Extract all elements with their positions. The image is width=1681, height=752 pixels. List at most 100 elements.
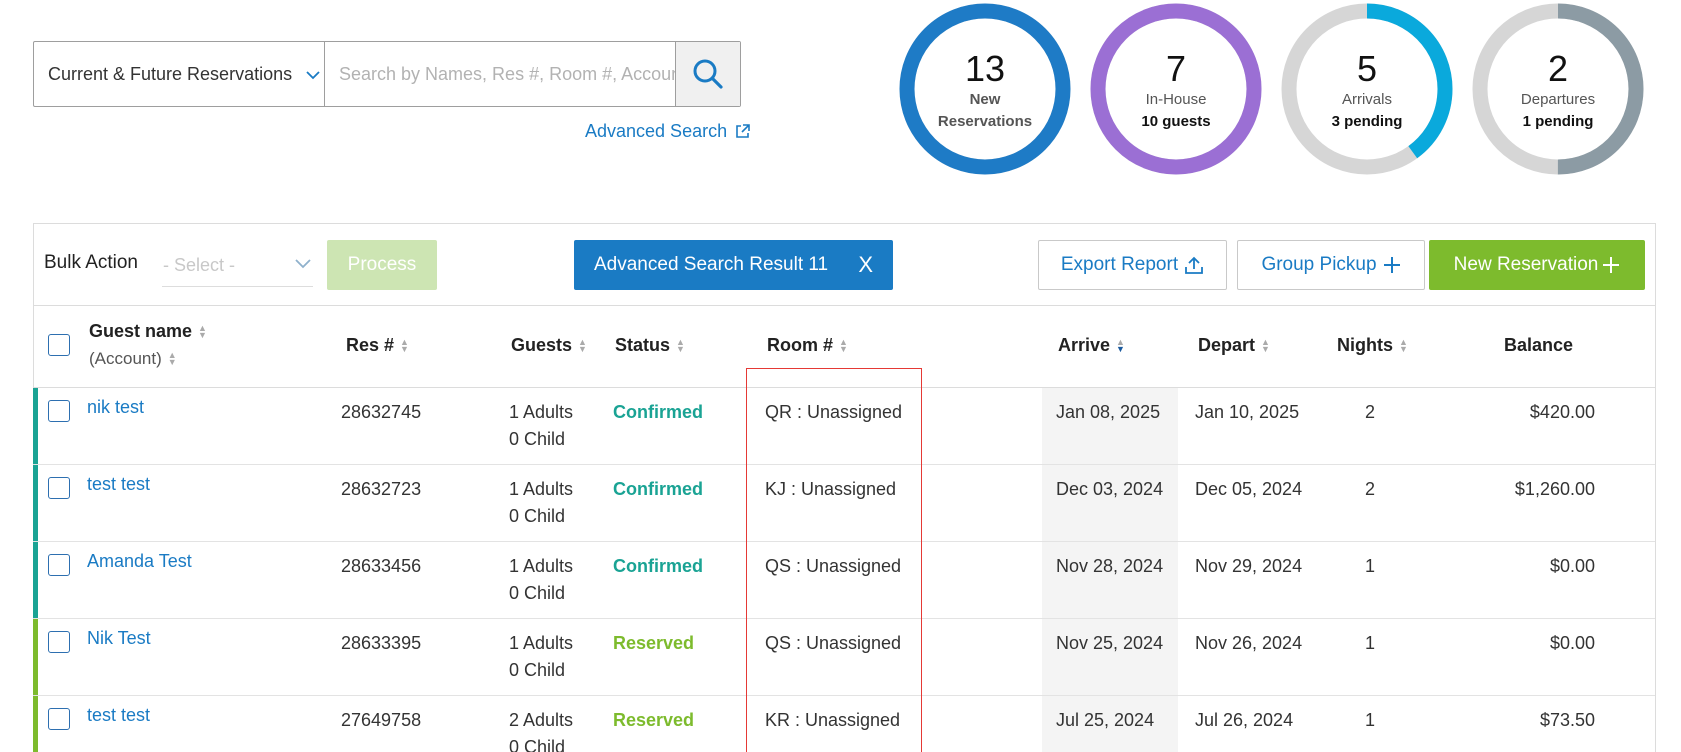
- col-room[interactable]: Room # ▲ ▼: [767, 335, 848, 356]
- external-link-icon: [736, 124, 750, 138]
- sort-icon: ▲ ▼: [578, 336, 587, 354]
- close-icon[interactable]: X: [858, 252, 873, 278]
- res-number: 28633395: [341, 633, 422, 653]
- search-bar: Current & Future Reservations: [33, 41, 741, 107]
- res-number: 28632745: [341, 402, 422, 422]
- guest-name-link[interactable]: Nik Test: [87, 625, 151, 652]
- status-bar: [33, 388, 38, 464]
- balance: $0.00: [1549, 633, 1595, 653]
- arrive-date: Nov 28, 2024: [1056, 556, 1164, 576]
- sort-icon: ▲ ▼: [676, 336, 685, 354]
- guests-adults: 2 Adults: [509, 710, 574, 730]
- guest-name-link[interactable]: test test: [87, 471, 150, 498]
- export-report-label: Export Report: [1060, 254, 1179, 275]
- status-bar: [33, 619, 38, 695]
- search-input[interactable]: [325, 42, 675, 106]
- balance: $0.00: [1549, 556, 1595, 576]
- room-number: QS : Unassigned: [765, 633, 902, 653]
- toolbar: Bulk Action - Select - Process Advanced …: [34, 224, 1655, 306]
- bulk-action-select[interactable]: - Select -: [162, 245, 313, 287]
- new-reservation-label: New Reservation: [1453, 254, 1599, 275]
- col-guests[interactable]: Guests ▲ ▼: [511, 335, 587, 356]
- row-checkbox[interactable]: [48, 708, 70, 730]
- scope-dropdown[interactable]: Current & Future Reservations: [34, 42, 325, 106]
- advanced-search-result-chip[interactable]: Advanced Search Result 11 X: [574, 240, 893, 290]
- balance: $73.50: [1539, 710, 1595, 730]
- status-text: Confirmed: [613, 556, 703, 576]
- col-status-label: Status: [615, 335, 671, 355]
- status-text: Reserved: [613, 710, 695, 730]
- export-report-button[interactable]: Export Report: [1038, 240, 1227, 290]
- table-row: Nik Test 28633395 1 Adults 0 Child Reser…: [33, 619, 1655, 696]
- balance: $420.00: [1529, 402, 1595, 422]
- res-number: 27649758: [341, 710, 422, 730]
- stat-label: New: [969, 91, 1001, 108]
- group-pickup-button[interactable]: Group Pickup: [1237, 240, 1425, 290]
- res-number: 28632723: [341, 479, 422, 499]
- bulk-action-label: Bulk Action: [44, 252, 138, 273]
- col-arrive[interactable]: Arrive ▲ ▼: [1058, 335, 1125, 356]
- col-guest-name[interactable]: Guest name ▲ ▼: [89, 321, 207, 342]
- guests-adults: 1 Adults: [509, 402, 574, 422]
- table-row: test test 28632723 1 Adults 0 Child Conf…: [33, 465, 1655, 542]
- col-arrive-label: Arrive: [1058, 335, 1111, 355]
- col-status[interactable]: Status ▲ ▼: [615, 335, 685, 356]
- room-number: QS : Unassigned: [765, 556, 902, 576]
- stat-sub: 10 guests: [1141, 113, 1211, 130]
- nights: 1: [1365, 556, 1376, 576]
- table-row: test test 27649758 2 Adults 0 Child Rese…: [33, 696, 1655, 752]
- plus-icon: [1603, 257, 1620, 273]
- guests-adults: 1 Adults: [509, 556, 574, 576]
- stat-number: 7: [1165, 48, 1187, 89]
- col-res-label: Res #: [346, 335, 395, 355]
- advanced-search-link[interactable]: Advanced Search: [585, 121, 750, 142]
- search-icon: [693, 59, 723, 89]
- sort-icon: ▲ ▼: [1261, 336, 1270, 354]
- advanced-search-result-label: Advanced Search Result 11: [594, 254, 829, 275]
- status-text: Reserved: [613, 633, 695, 653]
- stat-number: 2: [1547, 48, 1569, 89]
- col-res[interactable]: Res # ▲ ▼: [346, 335, 409, 356]
- depart-date: Dec 05, 2024: [1195, 479, 1303, 499]
- depart-date: Nov 26, 2024: [1195, 633, 1303, 653]
- guest-name-link[interactable]: test test: [87, 702, 150, 729]
- sort-icon: ▲ ▼: [167, 350, 177, 367]
- stat-in-house[interactable]: 7 In-House 10 guests: [1089, 2, 1263, 176]
- table-header: Guest name ▲ ▼ (Account) ▲ ▼ Res # ▲ ▼ Gues…: [34, 306, 1655, 388]
- guests-child: 0 Child: [509, 660, 566, 680]
- depart-date: Nov 29, 2024: [1195, 556, 1303, 576]
- col-account[interactable]: (Account) ▲ ▼: [89, 349, 177, 369]
- res-number: 28633456: [341, 556, 422, 576]
- new-reservation-button[interactable]: New Reservation: [1429, 240, 1645, 290]
- row-checkbox[interactable]: [48, 477, 70, 499]
- chevron-down-icon: [295, 254, 311, 275]
- reservations-panel: Bulk Action - Select - Process Advanced …: [33, 223, 1656, 752]
- stat-new-reservations[interactable]: 13 New Reservations: [898, 2, 1072, 176]
- stat-label: Arrivals: [1341, 91, 1392, 108]
- col-balance-label: Balance: [1504, 335, 1574, 355]
- col-account-label: (Account): [89, 349, 162, 368]
- bulk-action-select-value: - Select -: [163, 255, 236, 275]
- arrive-date: Nov 25, 2024: [1056, 633, 1164, 653]
- group-pickup-label: Group Pickup: [1261, 254, 1377, 275]
- arrive-date: Jul 25, 2024: [1056, 710, 1155, 730]
- row-checkbox[interactable]: [48, 554, 70, 576]
- col-depart-label: Depart: [1198, 335, 1256, 355]
- advanced-search-label: Advanced Search: [585, 121, 728, 141]
- guests-adults: 1 Adults: [509, 633, 574, 653]
- row-checkbox[interactable]: [48, 400, 70, 422]
- stat-departures[interactable]: 2 Departures 1 pending: [1471, 2, 1645, 176]
- guest-name-link[interactable]: nik test: [87, 394, 144, 421]
- search-button[interactable]: [675, 42, 740, 106]
- sort-icon: ▲ ▼: [400, 336, 409, 354]
- guests-child: 0 Child: [509, 506, 566, 526]
- col-depart[interactable]: Depart ▲ ▼: [1198, 335, 1270, 356]
- stat-arrivals[interactable]: 5 Arrivals 3 pending: [1280, 2, 1454, 176]
- table-row: Amanda Test 28633456 1 Adults 0 Child Co…: [33, 542, 1655, 619]
- row-checkbox[interactable]: [48, 631, 70, 653]
- guest-name-link[interactable]: Amanda Test: [87, 548, 192, 575]
- select-all-checkbox[interactable]: [48, 334, 70, 356]
- col-nights[interactable]: Nights ▲ ▼: [1337, 335, 1408, 356]
- guests-child: 0 Child: [509, 583, 566, 603]
- process-button[interactable]: Process: [327, 240, 437, 290]
